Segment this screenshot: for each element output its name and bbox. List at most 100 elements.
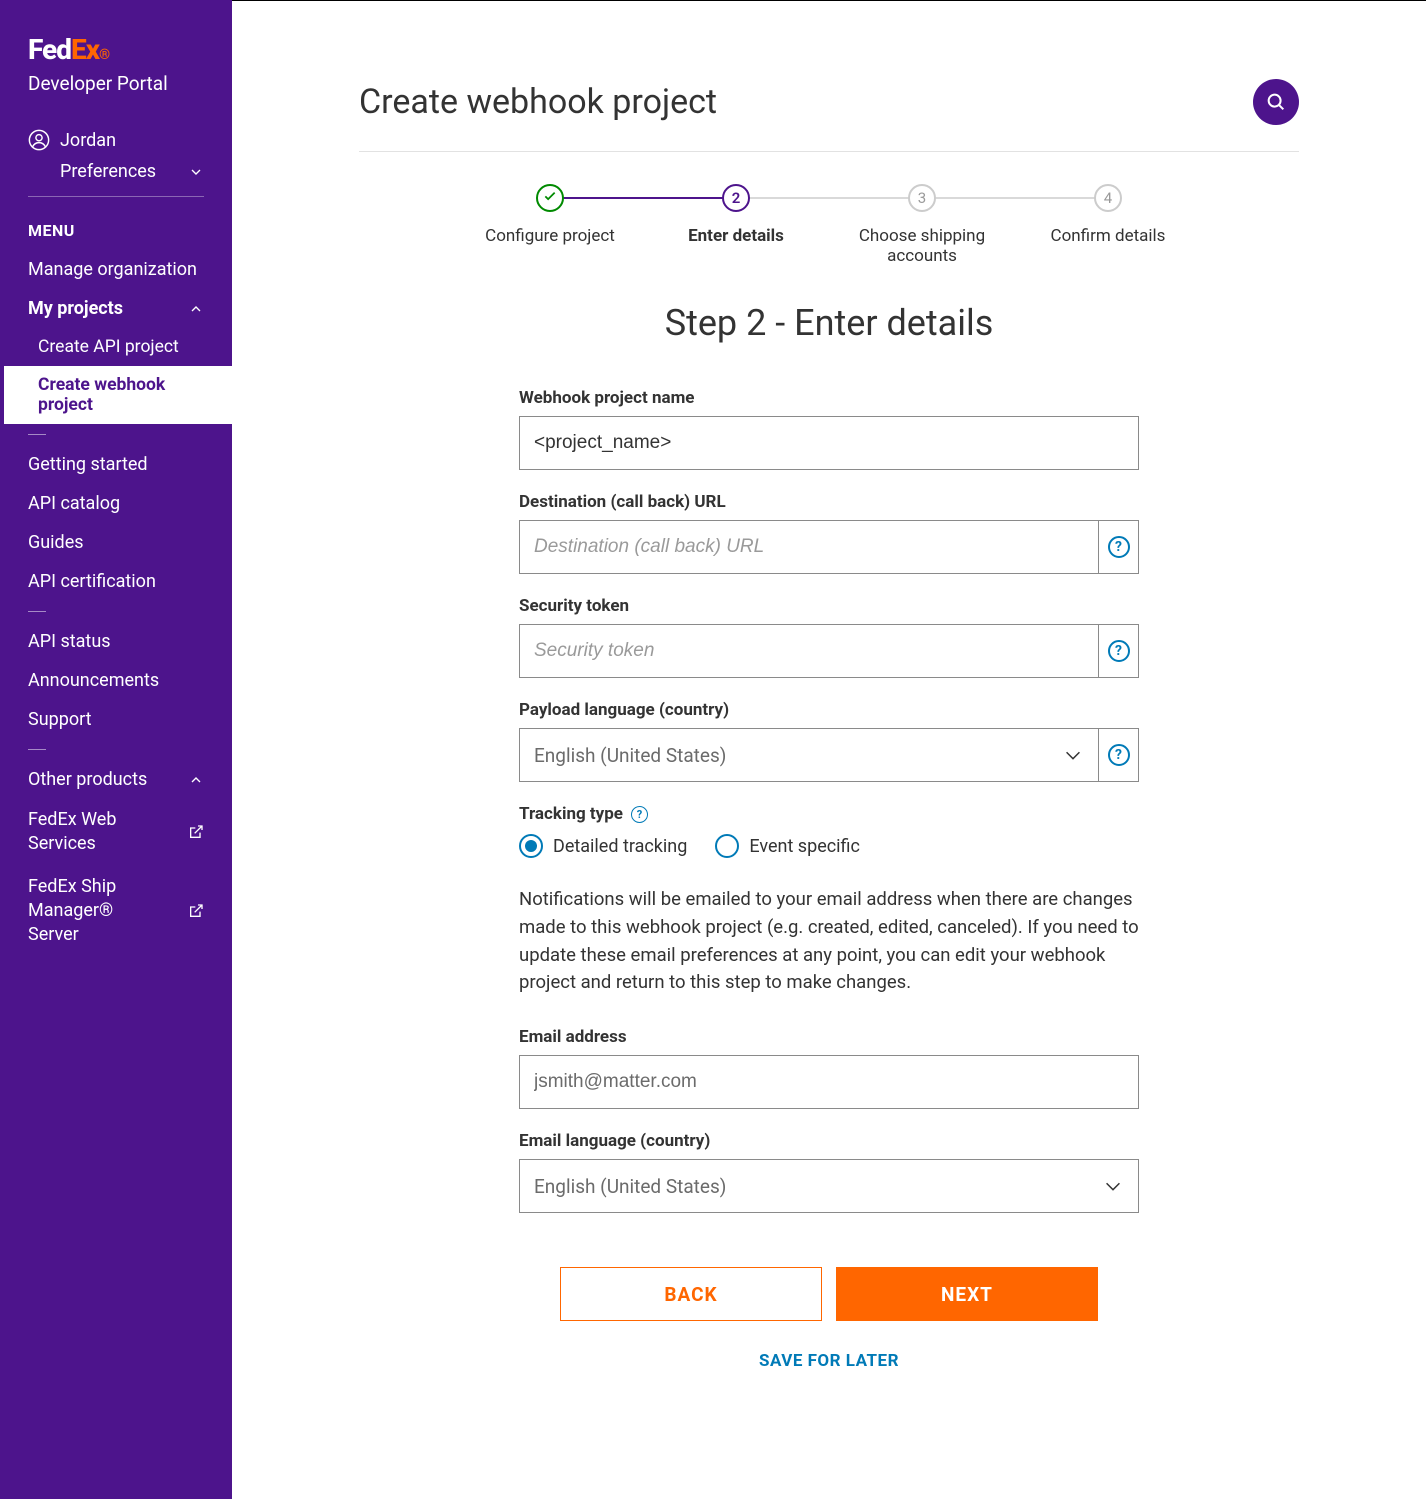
label: Other products <box>28 769 147 790</box>
menu-header: MENU <box>0 197 232 250</box>
preferences-toggle[interactable]: Preferences <box>28 151 204 196</box>
payload-language-select[interactable]: English (United States) <box>519 728 1099 782</box>
label: Create API project <box>38 337 179 357</box>
step-number: 2 <box>732 189 741 207</box>
separator <box>28 611 46 612</box>
label: Getting started <box>28 454 148 475</box>
fedex-logo: FedEx® <box>28 36 204 64</box>
email-language-value: English (United States) <box>534 1175 726 1198</box>
sidebar-item-api-catalog[interactable]: API catalog <box>0 484 232 523</box>
next-button[interactable]: NEXT <box>836 1267 1098 1321</box>
logo-ex: Ex <box>71 33 99 66</box>
label: BACK <box>664 1283 717 1306</box>
email-address-input[interactable] <box>519 1055 1139 1109</box>
page-title: Create webhook project <box>359 82 717 122</box>
label: NEXT <box>941 1283 993 1306</box>
external-link-icon <box>188 824 204 840</box>
label: Guides <box>28 532 84 553</box>
step-circle <box>536 184 564 212</box>
search-button[interactable] <box>1253 79 1299 125</box>
sidebar: FedEx® Developer Portal Jordan Preferenc… <box>0 0 232 1499</box>
radio-label: Event specific <box>749 836 860 857</box>
email-language-select[interactable]: English (United States) <box>519 1159 1139 1213</box>
sidebar-item-manage-organization[interactable]: Manage organization <box>0 250 232 289</box>
step-connector <box>736 197 922 199</box>
notification-note: Notifications will be emailed to your em… <box>519 886 1139 997</box>
step-circle: 4 <box>1094 184 1122 212</box>
check-icon <box>542 188 558 208</box>
email-language-label: Email language (country) <box>519 1131 1139 1151</box>
main-content: Create webhook project Configure project <box>232 0 1426 1499</box>
progress-stepper: Configure project 2 Enter details 3 Choo… <box>359 152 1299 286</box>
sidebar-item-fedex-web-services[interactable]: FedEx Web Services <box>0 799 232 866</box>
save-for-later-link[interactable]: SAVE FOR LATER <box>519 1351 1139 1371</box>
step-configure-project: Configure project <box>457 184 643 246</box>
chevron-down-icon <box>1102 1175 1124 1197</box>
destination-url-label: Destination (call back) URL <box>519 492 1139 512</box>
sidebar-item-my-projects[interactable]: My projects <box>0 289 232 328</box>
project-name-label: Webhook project name <box>519 388 1139 408</box>
user-row: Jordan <box>28 129 204 151</box>
payload-language-help[interactable]: ? <box>1099 728 1139 782</box>
email-address-label: Email address <box>519 1027 1139 1047</box>
sidebar-item-other-products[interactable]: Other products <box>0 760 232 799</box>
step-connector <box>550 197 736 199</box>
radio-label: Detailed tracking <box>553 836 687 857</box>
sidebar-item-api-certification[interactable]: API certification <box>0 562 232 601</box>
chevron-up-icon <box>188 772 204 788</box>
destination-url-input[interactable] <box>519 520 1099 574</box>
step-circle: 3 <box>908 184 936 212</box>
label: Create webhook project <box>38 375 204 415</box>
label: Announcements <box>28 670 159 691</box>
step-number: 4 <box>1104 189 1112 207</box>
logo-block: FedEx® Developer Portal <box>0 36 232 103</box>
sidebar-item-create-webhook-project[interactable]: Create webhook project <box>0 366 232 424</box>
search-icon <box>1265 91 1287 113</box>
label: API catalog <box>28 493 120 514</box>
sidebar-item-getting-started[interactable]: Getting started <box>0 445 232 484</box>
back-button[interactable]: BACK <box>560 1267 822 1321</box>
sidebar-item-support[interactable]: Support <box>0 700 232 739</box>
label: My projects <box>28 298 123 319</box>
sidebar-item-fedex-ship-manager[interactable]: FedEx Ship Manager® Server <box>0 866 232 957</box>
step-connector <box>922 197 1108 199</box>
logo-subtitle: Developer Portal <box>28 72 204 95</box>
radio-icon <box>715 834 739 858</box>
user-icon <box>28 129 50 151</box>
step-number: 3 <box>918 189 926 207</box>
tracking-type-help[interactable]: ? <box>631 806 648 823</box>
label: SAVE FOR LATER <box>759 1351 899 1371</box>
step-confirm-details: 4 Confirm details <box>1015 184 1201 246</box>
project-name-input[interactable] <box>519 416 1139 470</box>
security-token-label: Security token <box>519 596 1139 616</box>
label: FedEx Ship Manager® Server <box>28 875 158 948</box>
preferences-label: Preferences <box>60 161 156 182</box>
step-label: Configure project <box>485 226 615 246</box>
logo-fed: Fed <box>28 33 71 66</box>
chevron-up-icon <box>188 301 204 317</box>
step-label: Enter details <box>688 226 784 246</box>
tracking-type-label: Tracking type <box>519 804 623 824</box>
step-enter-details: 2 Enter details <box>643 184 829 246</box>
chevron-down-icon <box>188 164 204 180</box>
sidebar-item-api-status[interactable]: API status <box>0 622 232 661</box>
sidebar-item-guides[interactable]: Guides <box>0 523 232 562</box>
step-label: Choose shipping accounts <box>829 226 1015 266</box>
radio-icon <box>519 834 543 858</box>
step-circle: 2 <box>722 184 750 212</box>
security-token-input[interactable] <box>519 624 1099 678</box>
label: API certification <box>28 571 156 592</box>
sidebar-item-announcements[interactable]: Announcements <box>0 661 232 700</box>
payload-language-value: English (United States) <box>534 744 726 767</box>
security-token-help[interactable]: ? <box>1099 624 1139 678</box>
label: Manage organization <box>28 259 197 280</box>
destination-url-help[interactable]: ? <box>1099 520 1139 574</box>
help-icon: ? <box>1108 536 1130 558</box>
payload-language-label: Payload language (country) <box>519 700 1139 720</box>
step-label: Confirm details <box>1051 226 1166 246</box>
tracking-detailed-radio[interactable]: Detailed tracking <box>519 834 687 858</box>
tracking-event-specific-radio[interactable]: Event specific <box>715 834 860 858</box>
sidebar-item-create-api-project[interactable]: Create API project <box>0 328 232 366</box>
step-heading: Step 2 - Enter details <box>519 302 1139 344</box>
help-icon: ? <box>1108 640 1130 662</box>
